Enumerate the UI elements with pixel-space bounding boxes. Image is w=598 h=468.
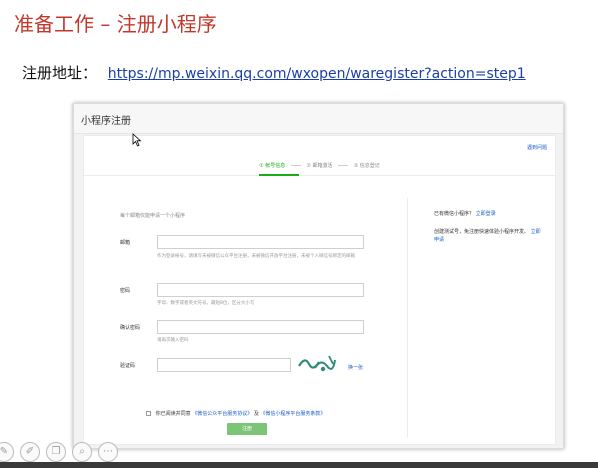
register-button[interactable]: 注册: [227, 423, 267, 435]
password-label: 密码: [120, 288, 131, 294]
agreement-checkbox[interactable]: [146, 411, 151, 416]
registration-steps: ① 帐号信息 ② 邮箱激活 ③ 信息登记: [84, 162, 555, 169]
embedded-screenshot: 小程序注册 遇到问题 ① 帐号信息 ② 邮箱激活 ③ 信息登记 每个邮箱仅能申请…: [73, 103, 564, 449]
zoom-icon[interactable]: ⌕: [72, 442, 92, 462]
captcha-refresh-link[interactable]: 换一张: [348, 364, 363, 371]
active-step-indicator: [259, 174, 299, 176]
email-hint: 作为登录帐号，请填写未被微信公众平台注册，未被微信开放平台注册，未被个人微信号绑…: [157, 254, 355, 259]
existing-account-text: 已有微信小程序？: [434, 211, 475, 217]
registration-form-card: 遇到问题 ① 帐号信息 ② 邮箱激活 ③ 信息登记 每个邮箱仅能申请一个小程序 …: [83, 135, 556, 445]
test-account-prompt: 创建测试号，免注册快速体验小程序开发。 立即申请: [434, 228, 544, 244]
login-link[interactable]: 立即登录: [476, 211, 496, 217]
confirm-password-field[interactable]: [157, 320, 364, 334]
agreement-and: 及: [253, 411, 259, 417]
slide-title: 准备工作 – 注册小程序: [14, 12, 217, 36]
more-icon[interactable]: ⋯: [98, 442, 118, 462]
confirm-password-label: 确认密码: [120, 325, 141, 331]
captcha-label: 验证码: [120, 363, 136, 369]
step-account-info: ① 帐号信息: [259, 163, 286, 169]
pen-icon[interactable]: ✎: [0, 442, 14, 462]
address-label: 注册地址：: [22, 64, 98, 82]
agreement-text: 你已阅读并同意: [155, 411, 191, 417]
register-url-link[interactable]: https://mp.weixin.qq.com/wxopen/waregist…: [108, 66, 526, 82]
step-connector: [338, 165, 349, 166]
captcha-image[interactable]: [297, 352, 337, 374]
help-link[interactable]: 遇到问题: [527, 144, 547, 151]
test-account-text: 创建测试号，免注册快速体验小程序开发。: [434, 229, 530, 235]
mouse-cursor-icon: [132, 133, 142, 147]
confirm-password-hint: 请再次输入密码: [157, 338, 189, 343]
step-info-registration: ③ 信息登记: [353, 163, 380, 169]
step-email-activation: ② 邮箱激活: [306, 163, 333, 169]
bottom-taskbar: [0, 462, 598, 468]
screenshot-title: 小程序注册: [81, 116, 131, 127]
step-connector: [290, 165, 301, 166]
screenshot-header: 小程序注册: [74, 104, 563, 134]
agreement-row: 你已阅读并同意 《微信公众平台服务协议》 及 《微信小程序平台服务条款》: [146, 410, 325, 417]
column-divider: [407, 198, 408, 438]
copy-icon[interactable]: ❐: [46, 442, 66, 462]
email-label: 邮箱: [120, 240, 131, 246]
existing-account-prompt: 已有微信小程序？ 立即登录: [434, 210, 496, 217]
service-agreement-link[interactable]: 《微信公众平台服务协议》: [192, 411, 252, 417]
steps-divider: [84, 175, 555, 176]
miniprogram-terms-link[interactable]: 《微信小程序平台服务条款》: [260, 411, 325, 417]
email-field[interactable]: [157, 235, 364, 249]
captcha-field[interactable]: [157, 358, 291, 372]
password-hint: 字母、数字或者英文符号，最短8位，区分大小写: [157, 301, 255, 306]
pencil-icon[interactable]: ✐: [20, 442, 40, 462]
intro-text: 每个邮箱仅能申请一个小程序: [120, 213, 186, 219]
password-field[interactable]: [157, 283, 364, 297]
register-address: 注册地址： https://mp.weixin.qq.com/wxopen/wa…: [22, 62, 526, 83]
